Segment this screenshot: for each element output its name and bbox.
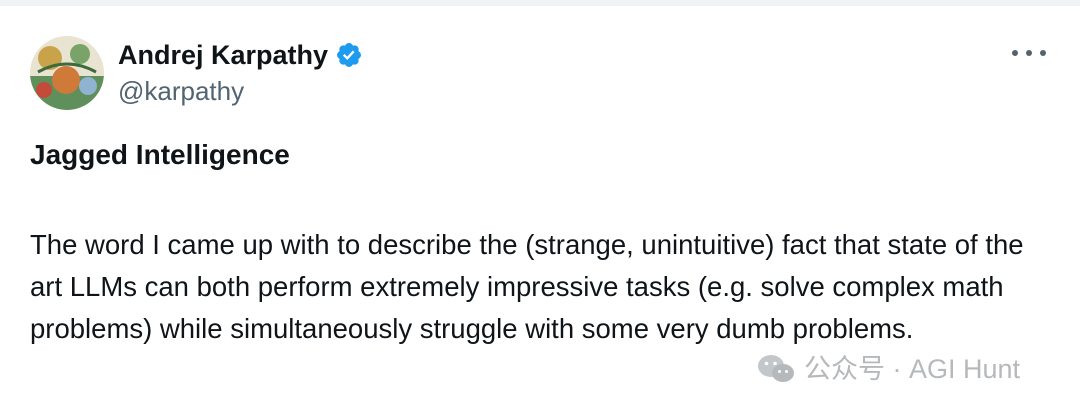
author-name-text[interactable]: Andrej Karpathy — [118, 38, 328, 72]
avatar-illustration-icon — [30, 36, 104, 110]
tweet-title: Jagged Intelligence — [30, 139, 290, 170]
more-dot-icon — [1026, 50, 1032, 56]
watermark-text: 公众号 · AGI Hunt — [804, 354, 1021, 384]
author-handle[interactable]: @karpathy — [118, 74, 244, 108]
more-dot-icon — [1040, 50, 1046, 56]
more-dot-icon — [1012, 50, 1018, 56]
verified-badge-icon — [337, 43, 362, 67]
author-display-name[interactable]: Andrej Karpathy — [118, 38, 363, 72]
top-divider — [0, 0, 1080, 6]
tweet-body-text: The word I came up with to describe the … — [30, 229, 1024, 344]
wechat-icon — [758, 355, 794, 382]
watermark: 公众号 · AGI Hunt — [756, 352, 1020, 386]
author-avatar[interactable] — [30, 36, 104, 110]
tweet-card: Andrej Karpathy @karpathy Jagged Intelli… — [0, 0, 1080, 414]
more-options-button[interactable] — [1012, 42, 1046, 64]
